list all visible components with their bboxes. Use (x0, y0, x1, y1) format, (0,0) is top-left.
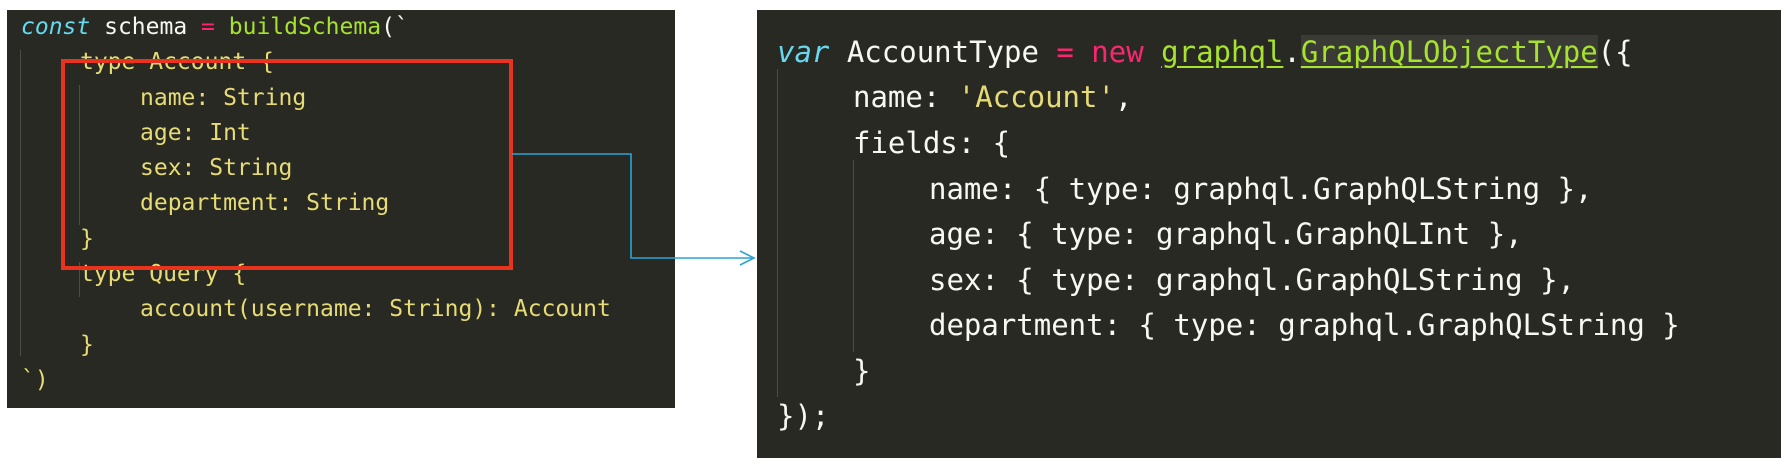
right-code-panel: var AccountType = new graphql.GraphQLObj… (757, 10, 1781, 458)
code-line: }); (777, 399, 830, 433)
code-line: department: { type: graphql.GraphQLStrin… (929, 308, 1680, 342)
keyword-new: new (1073, 35, 1162, 69)
indent-guide (777, 69, 778, 397)
code-line: fields: { (853, 126, 1011, 160)
code-line: var AccountType = new graphql.GraphQLObj… (777, 35, 1633, 69)
keyword-var: var (777, 35, 830, 69)
identifier-graphql: graphql (1161, 35, 1284, 69)
indent-guide (853, 160, 854, 352)
code-line: sex: { type: graphql.GraphQLString }, (929, 263, 1576, 297)
code-line: name: { type: graphql.GraphQLString }, (929, 172, 1593, 206)
code-line: } (853, 354, 871, 388)
class-GraphQLObjectType: GraphQLObjectType (1300, 35, 1598, 69)
identifier-AccountType: AccountType (829, 35, 1057, 69)
operator-assign: = (1056, 35, 1074, 69)
code-line: age: { type: graphql.GraphQLInt }, (929, 217, 1523, 251)
code-line: name: 'Account', (853, 80, 1133, 114)
string-literal: 'Account' (957, 80, 1115, 114)
